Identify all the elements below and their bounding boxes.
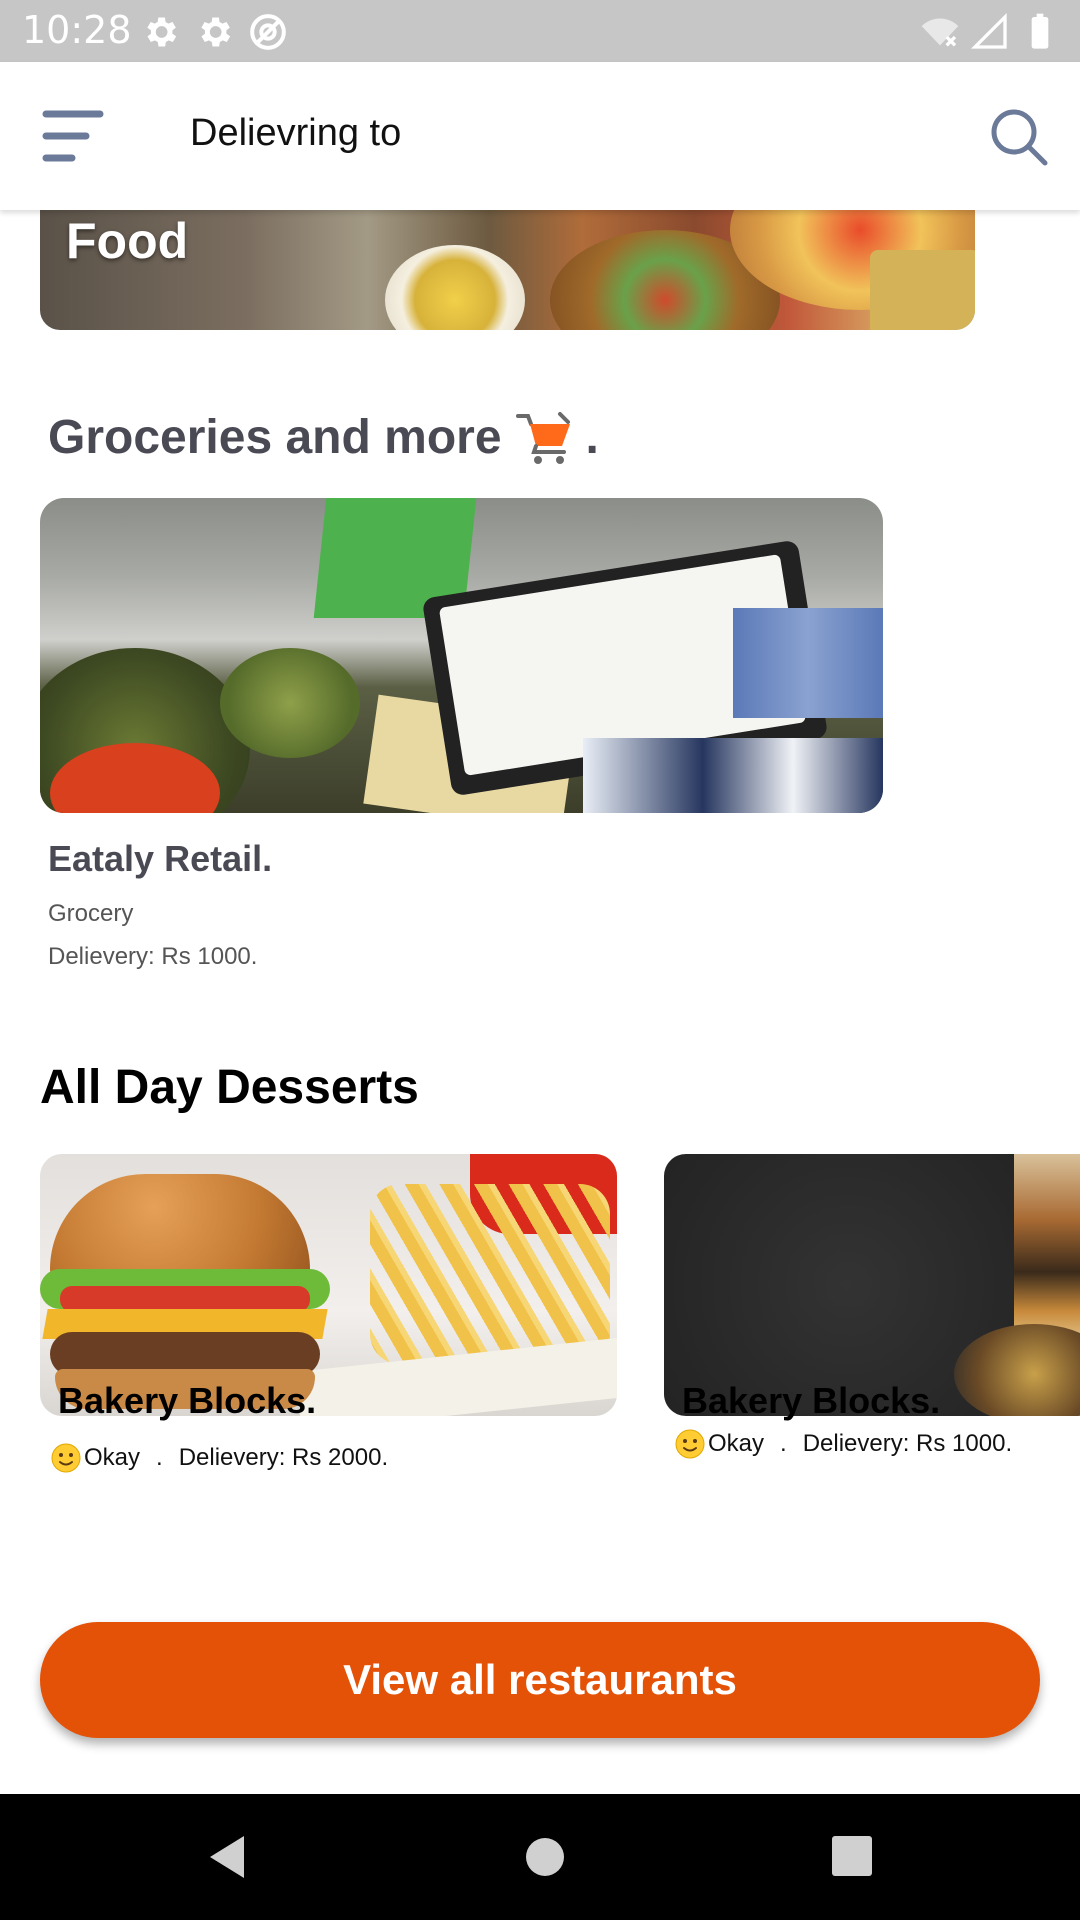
status-bar: 10:28: [0, 0, 1080, 62]
restaurant-delivery-fee: Delievery: Rs 2000.: [178, 1444, 389, 1471]
fries-image: [370, 1184, 610, 1364]
app-bar: Delievring to: [0, 62, 1080, 210]
at-sign-icon: [250, 14, 286, 50]
food-category-banner[interactable]: Food: [40, 210, 975, 330]
restaurant-meta: Okay . Delievery: Rs 2000.: [50, 1442, 388, 1474]
home-icon[interactable]: [520, 1832, 570, 1882]
hand-image: [733, 608, 883, 718]
meta-separator: .: [780, 1430, 787, 1457]
search-icon[interactable]: [988, 106, 1050, 168]
back-icon[interactable]: [204, 1832, 254, 1882]
system-navigation-bar: [0, 1794, 1080, 1920]
shopping-cart-icon: [515, 412, 570, 464]
gear-icon: [147, 17, 177, 47]
store-name[interactable]: Eataly Retail.: [48, 838, 272, 880]
restaurant-delivery-fee: Delievery: Rs 1000.: [802, 1430, 1013, 1457]
artichoke-image: [220, 648, 360, 758]
signal-icon: [970, 12, 1007, 49]
recent-apps-icon[interactable]: [830, 1834, 874, 1878]
banner-dish-image: [385, 245, 525, 330]
restaurant-meta: Okay . Delievery: Rs 1000.: [674, 1428, 1012, 1460]
banner-dish-image: [870, 250, 975, 330]
groceries-section-title: Groceries and more .: [48, 408, 599, 466]
groceries-title-text: Groceries and more: [48, 410, 502, 464]
restaurant-card-image[interactable]: [664, 1154, 1080, 1416]
desserts-section-title: All Day Desserts: [40, 1061, 419, 1114]
food-plate-image: [954, 1324, 1080, 1416]
view-all-restaurants-button[interactable]: View all restaurants: [40, 1622, 1040, 1738]
store-category: Grocery: [48, 900, 134, 927]
smiley-icon: [51, 1443, 81, 1473]
smiley-icon: [675, 1429, 705, 1459]
grocery-store-image[interactable]: [40, 498, 883, 813]
hamburger-menu-icon[interactable]: [40, 104, 106, 168]
status-time: 10:28: [22, 8, 132, 52]
restaurant-rating: Okay: [708, 1430, 765, 1457]
main-content[interactable]: Food Groceries and more . Eataly Retail.…: [0, 210, 1080, 1794]
restaurant-name[interactable]: Bakery Blocks.: [682, 1380, 940, 1422]
food-banner-label: Food: [66, 213, 189, 269]
restaurant-rating: Okay: [84, 1444, 141, 1471]
burger-bun-image: [50, 1174, 310, 1284]
cloth-image: [583, 738, 883, 813]
status-right-icons: [920, 12, 1060, 52]
wifi-off-icon: [921, 18, 959, 47]
groceries-title-suffix: .: [585, 410, 599, 464]
restaurant-card-image[interactable]: [40, 1154, 617, 1416]
app-title: Delievring to: [190, 112, 402, 154]
battery-icon: [1031, 13, 1049, 49]
gear-icon: [201, 17, 231, 47]
restaurant-name[interactable]: Bakery Blocks.: [58, 1380, 316, 1422]
status-left-icons: [140, 12, 288, 52]
meta-separator: .: [156, 1444, 163, 1471]
store-delivery-fee: Delievery: Rs 1000.: [48, 943, 258, 970]
